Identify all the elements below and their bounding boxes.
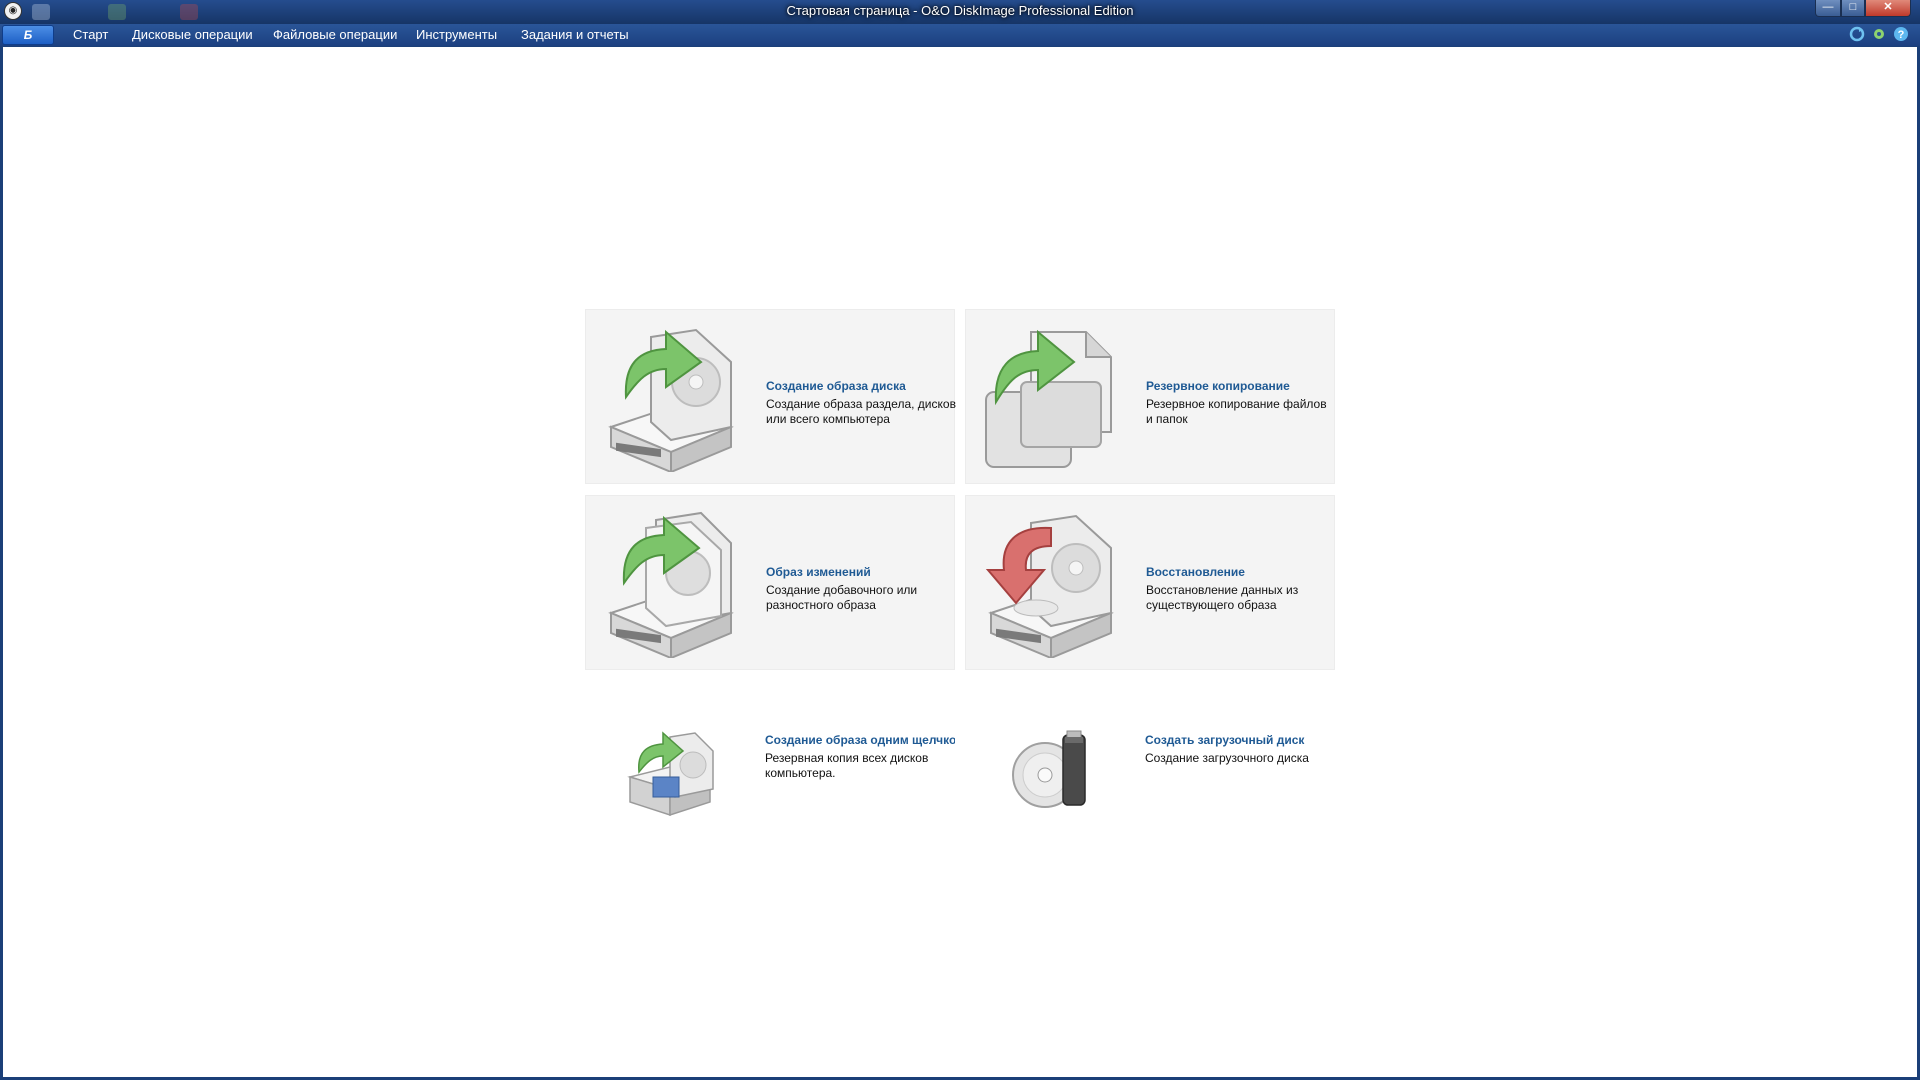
menu-start[interactable]: Старт bbox=[73, 27, 108, 42]
title-bar: ◉ Стартовая страница - O&O DiskImage Pro… bbox=[0, 0, 1920, 24]
menu-file-operations[interactable]: Файловые операции bbox=[273, 27, 397, 42]
tile-description: Создание образа раздела, дисков или всег… bbox=[766, 397, 956, 426]
help-icon[interactable]: ? bbox=[1893, 26, 1909, 42]
tile-file-backup[interactable]: Резервное копирование Резервное копирова… bbox=[965, 309, 1335, 484]
app-menu-button[interactable]: Б bbox=[2, 25, 54, 45]
tile-description: Создание добавочного или разностного обр… bbox=[766, 583, 918, 612]
start-page: Создание образа диска Создание образа ра… bbox=[3, 47, 1917, 1077]
bootable-media-icon bbox=[1012, 730, 1086, 808]
quick-bootable-disk[interactable]: Создать загрузочный диск Создание загруз… bbox=[965, 721, 1335, 821]
window-title: Стартовая страница - O&O DiskImage Profe… bbox=[786, 3, 1134, 18]
menu-tools[interactable]: Инструменты bbox=[416, 27, 497, 42]
incremental-image-icon bbox=[608, 511, 734, 658]
menu-jobs-reports[interactable]: Задания и отчеты bbox=[521, 27, 629, 42]
tile-restore[interactable]: Восстановление Восстановление данных из … bbox=[965, 495, 1335, 670]
tile-description: Резервное копирование файлов и папок bbox=[1146, 397, 1327, 426]
refresh-icon[interactable] bbox=[1849, 26, 1865, 42]
menu-bar: Б Старт Дисковые операции Файловые опера… bbox=[0, 24, 1920, 46]
settings-icon[interactable] bbox=[1871, 26, 1887, 42]
quick-title[interactable]: Создать загрузочный диск bbox=[1145, 733, 1304, 747]
menu-disk-operations[interactable]: Дисковые операции bbox=[132, 27, 253, 42]
disk-image-icon bbox=[608, 328, 734, 472]
one-click-image-icon bbox=[627, 731, 714, 817]
quick-description: Создание загрузочного диска bbox=[1145, 751, 1309, 765]
tile-title[interactable]: Восстановление bbox=[1146, 565, 1245, 579]
tile-title[interactable]: Образ изменений bbox=[766, 565, 871, 579]
close-button[interactable]: ✕ bbox=[1865, 0, 1911, 17]
tile-disk-image[interactable]: Создание образа диска Создание образа ра… bbox=[585, 309, 956, 484]
svg-text:?: ? bbox=[1898, 29, 1905, 41]
tile-description: Восстановление данных из существующего о… bbox=[1146, 583, 1299, 612]
quick-title[interactable]: Создание образа одним щелчком bbox=[765, 733, 955, 747]
quick-one-click-image[interactable]: Создание образа одним щелчком Резервная … bbox=[585, 721, 955, 821]
restore-icon bbox=[985, 514, 1114, 658]
tile-title[interactable]: Резервное копирование bbox=[1146, 379, 1290, 393]
maximize-button[interactable]: □ bbox=[1841, 0, 1865, 17]
tile-incremental-image[interactable]: Образ изменений Создание добавочного или… bbox=[585, 495, 955, 670]
minimize-button[interactable]: — bbox=[1815, 0, 1841, 17]
quick-description: Резервная копия всех дисков компьютера. bbox=[765, 751, 929, 780]
tile-title[interactable]: Создание образа диска bbox=[766, 379, 906, 393]
file-backup-icon bbox=[985, 329, 1112, 468]
